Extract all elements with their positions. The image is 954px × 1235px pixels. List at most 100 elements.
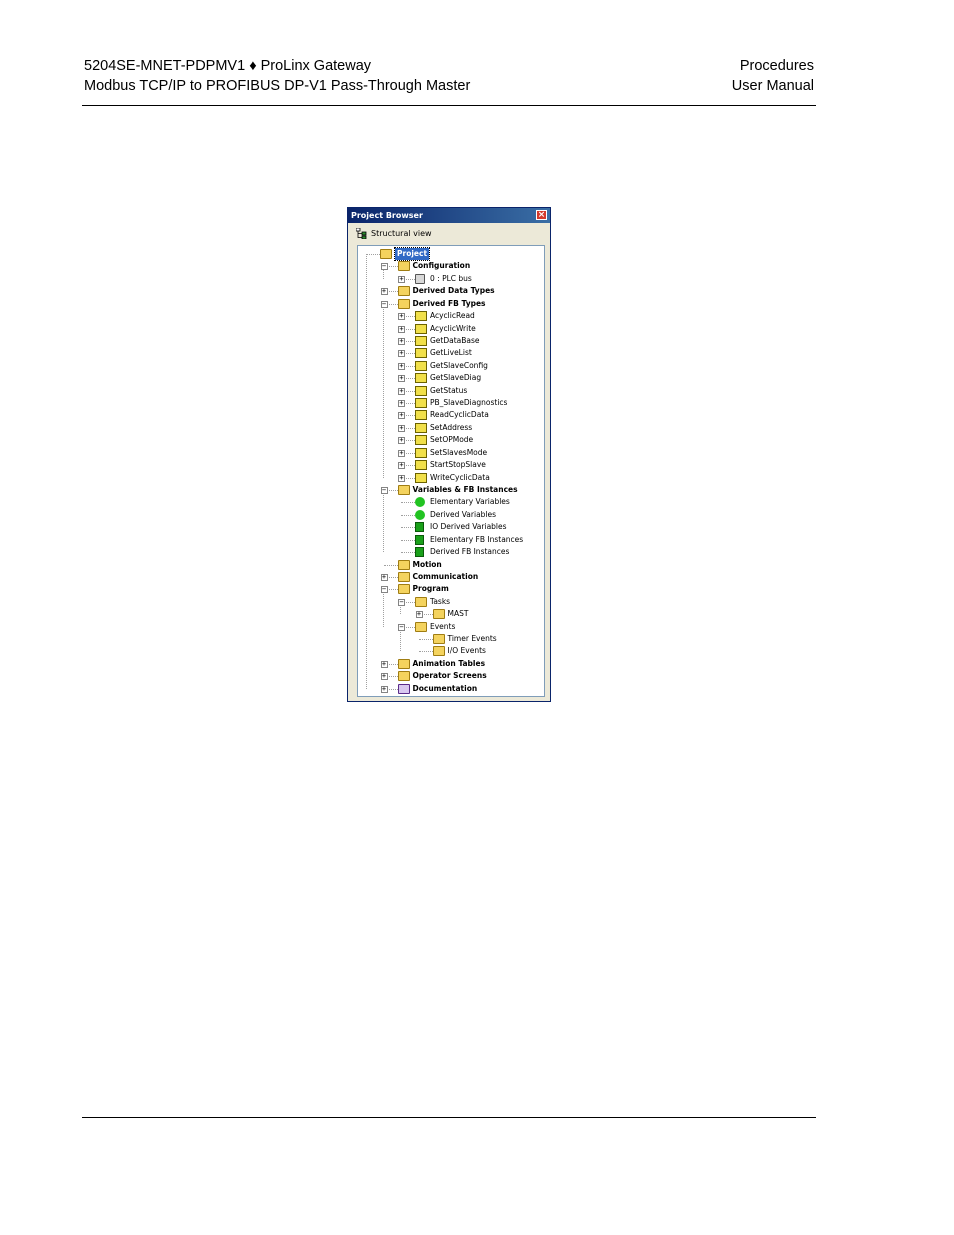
close-icon[interactable]: × <box>536 210 547 220</box>
tree-node[interactable]: + Documentation <box>358 683 544 695</box>
expand-icon[interactable]: + <box>380 288 388 296</box>
tree-node[interactable]: + GetStatus <box>358 385 544 397</box>
fb-type-icon <box>415 422 427 433</box>
tree-node-label: GetDataBase <box>430 335 480 345</box>
tree-node[interactable]: Project <box>358 247 544 261</box>
tree-node[interactable]: + GetSlaveDiag <box>358 372 544 384</box>
tree-node[interactable]: + GetSlaveConfig <box>358 360 544 372</box>
project-tree[interactable]: Project − Configuration +0 : PLC bus + Derive… <box>357 245 545 697</box>
collapse-icon[interactable]: − <box>398 623 405 631</box>
expand-icon[interactable]: + <box>398 400 405 408</box>
expand-icon[interactable]: + <box>398 462 405 470</box>
tree-node[interactable]: + WriteCyclicData <box>358 472 544 484</box>
expand-icon[interactable]: + <box>380 573 388 581</box>
collapse-icon[interactable]: − <box>380 300 388 308</box>
tree-node[interactable]: − Tasks <box>358 596 544 608</box>
expand-icon[interactable]: + <box>380 673 388 681</box>
tree-node-label: SetAddress <box>430 422 473 432</box>
tree-node-label: GetStatus <box>430 385 468 395</box>
expand-icon[interactable]: + <box>398 362 405 370</box>
tree-node-label: ReadCyclicData <box>430 410 489 420</box>
tree-node-label: Animation Tables <box>412 658 486 668</box>
tree-node-label: Documentation <box>412 683 478 693</box>
tree-node[interactable]: + PB_SlaveDiagnostics <box>358 397 544 409</box>
elementary-variables-icon <box>415 497 425 508</box>
io-derived-variables-icon <box>415 522 424 533</box>
expand-icon[interactable]: + <box>380 660 388 668</box>
tree-node[interactable]: − Program <box>358 583 544 595</box>
tree-node[interactable]: Timer Events <box>358 633 544 645</box>
window-titlebar[interactable]: Project Browser × <box>348 208 550 223</box>
folder-icon <box>432 634 445 645</box>
expand-icon[interactable]: + <box>398 387 405 395</box>
structural-view-selector[interactable]: Structural view <box>355 227 432 241</box>
collapse-icon[interactable]: − <box>380 586 388 594</box>
tree-connector <box>418 639 433 641</box>
expand-icon[interactable]: + <box>398 313 405 321</box>
tree-node[interactable]: − Variables & FB Instances <box>358 484 544 496</box>
fb-type-icon <box>415 398 427 409</box>
fb-type-icon <box>415 373 427 384</box>
project-browser-window: Project Browser × Structural view Projec… <box>347 207 551 702</box>
expand-icon[interactable]: + <box>398 325 405 333</box>
tree-node[interactable]: − Configuration <box>358 260 544 272</box>
tree-node[interactable]: + MAST <box>358 608 544 620</box>
folder-open-icon <box>415 596 427 607</box>
tree-node[interactable]: + ReadCyclicData <box>358 409 544 421</box>
tree-node[interactable]: + Animation Tables <box>358 658 544 670</box>
expand-icon[interactable]: + <box>398 337 405 345</box>
tree-node[interactable]: I/O Events <box>358 645 544 657</box>
folder-icon <box>432 646 445 657</box>
structural-view-icon <box>355 227 367 240</box>
collapse-icon[interactable]: − <box>380 486 388 494</box>
tree-node[interactable]: Derived Variables <box>358 509 544 521</box>
tree-node[interactable]: + Derived Data Types <box>358 285 544 297</box>
tree-connector <box>401 552 415 554</box>
tree-node[interactable]: +0 : PLC bus <box>358 273 544 285</box>
tree-node[interactable]: Motion <box>358 559 544 571</box>
tree-node[interactable]: Elementary FB Instances <box>358 534 544 546</box>
tree-node[interactable]: − Events <box>358 621 544 633</box>
footer-rule <box>82 1117 816 1118</box>
tree-connector <box>383 564 398 566</box>
tree-node[interactable]: + SetAddress <box>358 422 544 434</box>
tree-node[interactable]: + StartStopSlave <box>358 459 544 471</box>
tree-node-label: IO Derived Variables <box>430 522 507 532</box>
header-right: Procedures User Manual <box>600 56 814 96</box>
expand-icon[interactable]: + <box>398 375 405 383</box>
tree-node[interactable]: + SetSlavesMode <box>358 447 544 459</box>
tree-node[interactable]: + AcyclicWrite <box>358 323 544 335</box>
tree-node[interactable]: + Communication <box>358 571 544 583</box>
expand-icon[interactable]: + <box>398 424 405 432</box>
expand-icon[interactable]: + <box>398 275 405 283</box>
tree-node[interactable]: + GetLiveList <box>358 347 544 359</box>
tree-node-label: Project <box>393 247 431 261</box>
folder-open-icon <box>397 484 410 495</box>
tree-node-label: PB_SlaveDiagnostics <box>430 398 508 408</box>
tree-node-label: AcyclicWrite <box>430 323 476 333</box>
tree-node[interactable]: + GetDataBase <box>358 335 544 347</box>
fb-type-icon <box>415 447 427 458</box>
collapse-icon[interactable]: − <box>380 263 388 271</box>
tree-node-label: SetSlavesMode <box>430 447 488 457</box>
collapse-icon[interactable]: − <box>398 598 405 606</box>
expand-icon[interactable]: + <box>398 437 405 445</box>
expand-icon[interactable]: + <box>398 412 405 420</box>
tree-node-label: Variables & FB Instances <box>412 484 518 494</box>
expand-icon[interactable]: + <box>415 611 423 619</box>
header-left: 5204SE-MNET-PDPMV1 ♦ ProLinx Gateway Mod… <box>84 56 470 96</box>
tree-node[interactable]: IO Derived Variables <box>358 521 544 533</box>
expand-icon[interactable]: + <box>398 449 405 457</box>
document-subtitle: Modbus TCP/IP to PROFIBUS DP-V1 Pass-Thr… <box>84 78 471 94</box>
tree-node[interactable]: Elementary Variables <box>358 496 544 508</box>
tree-node[interactable]: − Derived FB Types <box>358 298 544 310</box>
tree-node[interactable]: Derived FB Instances <box>358 546 544 558</box>
tree-node[interactable]: + Operator Screens <box>358 670 544 682</box>
expand-icon[interactable]: + <box>398 350 405 358</box>
tree-node[interactable]: + AcyclicRead <box>358 310 544 322</box>
tree-node[interactable]: + SetOPMode <box>358 434 544 446</box>
tree-connector <box>366 254 380 255</box>
expand-icon[interactable]: + <box>380 685 388 693</box>
expand-icon[interactable]: + <box>398 474 405 482</box>
fb-type-icon <box>415 335 427 346</box>
